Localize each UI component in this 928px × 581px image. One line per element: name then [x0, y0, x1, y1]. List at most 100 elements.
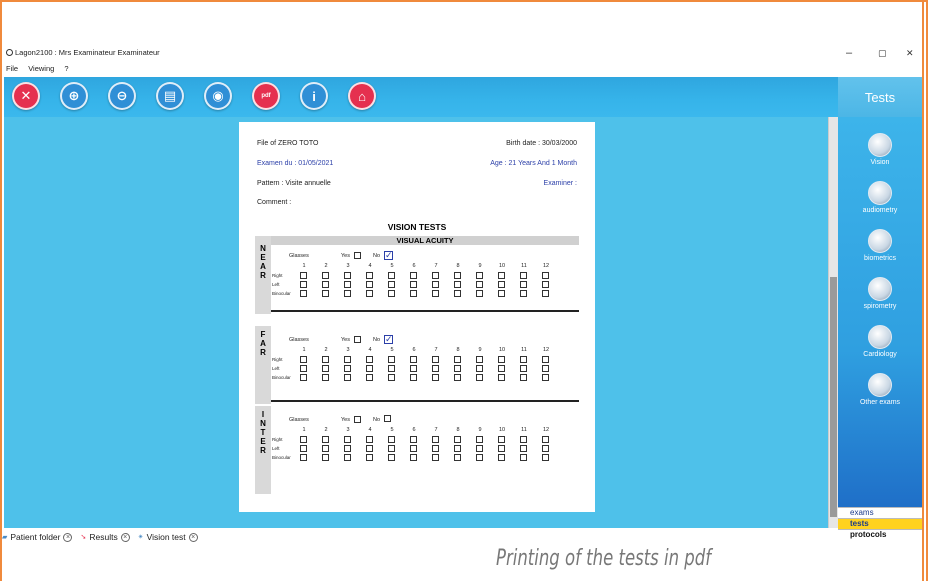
acuity-checkbox[interactable]: [344, 281, 351, 288]
acuity-checkbox[interactable]: [410, 436, 417, 443]
acuity-checkbox[interactable]: [498, 290, 505, 297]
acuity-checkbox[interactable]: [542, 374, 549, 381]
acuity-checkbox[interactable]: [542, 445, 549, 452]
acuity-checkbox[interactable]: [498, 445, 505, 452]
acuity-checkbox[interactable]: [344, 445, 351, 452]
acuity-checkbox[interactable]: [322, 281, 329, 288]
maximize-button[interactable]: ▢: [878, 48, 887, 58]
acuity-checkbox[interactable]: [432, 454, 439, 461]
acuity-checkbox[interactable]: [498, 356, 505, 363]
acuity-checkbox[interactable]: [520, 374, 527, 381]
acuity-checkbox[interactable]: [454, 272, 461, 279]
acuity-checkbox[interactable]: [454, 445, 461, 452]
acuity-checkbox[interactable]: [498, 281, 505, 288]
acuity-checkbox[interactable]: [476, 290, 483, 297]
acuity-checkbox[interactable]: [498, 454, 505, 461]
close-tab-icon[interactable]: ×: [63, 532, 73, 542]
glasses-yes-checkbox[interactable]: [354, 336, 361, 343]
side-tab-tests[interactable]: tests: [838, 518, 922, 529]
acuity-checkbox[interactable]: [344, 365, 351, 372]
acuity-checkbox[interactable]: [344, 454, 351, 461]
acuity-checkbox[interactable]: [542, 281, 549, 288]
acuity-checkbox[interactable]: [432, 445, 439, 452]
close-tab-icon[interactable]: ×: [120, 532, 130, 542]
acuity-checkbox[interactable]: [300, 356, 307, 363]
acuity-checkbox[interactable]: [542, 356, 549, 363]
glasses-yes-checkbox[interactable]: [354, 416, 361, 423]
zoom-in-icon[interactable]: ⊕: [60, 82, 88, 110]
acuity-checkbox[interactable]: [498, 436, 505, 443]
acuity-checkbox[interactable]: [520, 445, 527, 452]
acuity-checkbox[interactable]: [322, 365, 329, 372]
zoom-out-icon[interactable]: ⊖: [108, 82, 136, 110]
acuity-checkbox[interactable]: [388, 356, 395, 363]
acuity-checkbox[interactable]: [388, 436, 395, 443]
scroll-thumb[interactable]: [830, 277, 837, 517]
side-item-other-exams[interactable]: Other exams: [838, 373, 922, 406]
acuity-checkbox[interactable]: [520, 290, 527, 297]
side-item-cardiology[interactable]: Cardiology: [838, 325, 922, 358]
acuity-checkbox[interactable]: [454, 281, 461, 288]
acuity-checkbox[interactable]: [388, 445, 395, 452]
acuity-checkbox[interactable]: [476, 436, 483, 443]
acuity-checkbox[interactable]: [388, 365, 395, 372]
glasses-no-checkbox[interactable]: ✓: [384, 251, 393, 260]
acuity-checkbox[interactable]: [520, 356, 527, 363]
acuity-checkbox[interactable]: [520, 272, 527, 279]
acuity-checkbox[interactable]: [432, 290, 439, 297]
acuity-checkbox[interactable]: [366, 356, 373, 363]
acuity-checkbox[interactable]: [432, 365, 439, 372]
side-tab-exams[interactable]: exams: [838, 507, 922, 518]
acuity-checkbox[interactable]: [322, 454, 329, 461]
acuity-checkbox[interactable]: [454, 374, 461, 381]
side-item-vision[interactable]: Vision: [838, 133, 922, 166]
side-item-spirometry[interactable]: spirometry: [838, 277, 922, 310]
acuity-checkbox[interactable]: [322, 356, 329, 363]
glasses-yes-checkbox[interactable]: [354, 252, 361, 259]
close-tab-icon[interactable]: ×: [188, 532, 198, 542]
side-tab-protocols[interactable]: protocols: [838, 529, 922, 540]
acuity-checkbox[interactable]: [388, 281, 395, 288]
acuity-checkbox[interactable]: [300, 374, 307, 381]
acuity-checkbox[interactable]: [344, 290, 351, 297]
acuity-checkbox[interactable]: [432, 272, 439, 279]
pdf-icon[interactable]: pdf: [252, 82, 280, 110]
info-icon[interactable]: i: [300, 82, 328, 110]
home-icon[interactable]: ⌂: [348, 82, 376, 110]
acuity-checkbox[interactable]: [300, 445, 307, 452]
bottom-tab-results[interactable]: ➘ Results ×: [80, 532, 130, 542]
acuity-checkbox[interactable]: [300, 436, 307, 443]
acuity-checkbox[interactable]: [432, 436, 439, 443]
menu-viewing[interactable]: Viewing: [28, 64, 54, 73]
minimize-button[interactable]: –: [846, 48, 852, 59]
acuity-checkbox[interactable]: [300, 281, 307, 288]
acuity-checkbox[interactable]: [322, 290, 329, 297]
acuity-checkbox[interactable]: [300, 454, 307, 461]
acuity-checkbox[interactable]: [366, 290, 373, 297]
acuity-checkbox[interactable]: [366, 374, 373, 381]
acuity-checkbox[interactable]: [410, 365, 417, 372]
acuity-checkbox[interactable]: [366, 272, 373, 279]
glasses-no-checkbox[interactable]: [384, 415, 391, 422]
acuity-checkbox[interactable]: [476, 365, 483, 372]
acuity-checkbox[interactable]: [432, 374, 439, 381]
acuity-checkbox[interactable]: [388, 454, 395, 461]
acuity-checkbox[interactable]: [498, 365, 505, 372]
acuity-checkbox[interactable]: [300, 272, 307, 279]
acuity-checkbox[interactable]: [322, 445, 329, 452]
acuity-checkbox[interactable]: [388, 272, 395, 279]
side-item-biometrics[interactable]: biometrics: [838, 229, 922, 262]
acuity-checkbox[interactable]: [410, 290, 417, 297]
acuity-checkbox[interactable]: [366, 454, 373, 461]
acuity-checkbox[interactable]: [432, 356, 439, 363]
acuity-checkbox[interactable]: [388, 374, 395, 381]
acuity-checkbox[interactable]: [388, 290, 395, 297]
acuity-checkbox[interactable]: [542, 290, 549, 297]
close-icon[interactable]: ✕: [12, 82, 40, 110]
acuity-checkbox[interactable]: [410, 374, 417, 381]
acuity-checkbox[interactable]: [454, 365, 461, 372]
acuity-checkbox[interactable]: [410, 454, 417, 461]
acuity-checkbox[interactable]: [476, 445, 483, 452]
acuity-checkbox[interactable]: [454, 290, 461, 297]
acuity-checkbox[interactable]: [476, 272, 483, 279]
